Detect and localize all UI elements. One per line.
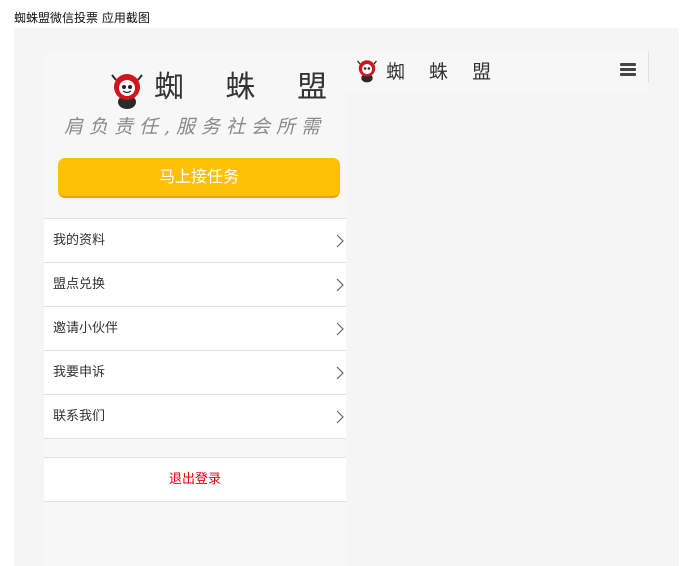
side-drawer: 蜘 蛛 盟 肩负责任,服务社会所需 马上接任务 我的资料 盟点兑换 邀请小伙伴 …	[44, 52, 346, 566]
top-header: 蜘 蛛 盟	[346, 52, 649, 92]
chevron-right-icon	[336, 366, 344, 380]
slogan: 肩负责任,服务社会所需	[63, 116, 327, 138]
logout-button[interactable]: 退出登录	[44, 457, 346, 502]
chevron-right-icon	[336, 234, 344, 248]
page-caption: 蜘蛛盟微信投票 应用截图	[14, 11, 150, 25]
accept-task-button[interactable]: 马上接任务	[58, 158, 340, 198]
menu-item-label: 联系我们	[53, 409, 106, 424]
chevron-right-icon	[336, 278, 344, 292]
menu-item-label: 邀请小伙伴	[53, 321, 119, 336]
chevron-right-icon	[336, 322, 344, 336]
menu-item-label: 我的资料	[53, 233, 106, 248]
spider-logo-icon	[357, 60, 377, 83]
menu-item-profile[interactable]: 我的资料	[44, 218, 346, 262]
menu-item-points-exchange[interactable]: 盟点兑换	[44, 262, 346, 306]
chevron-right-icon	[336, 410, 344, 424]
header-divider	[648, 52, 649, 82]
menu-item-invite-friends[interactable]: 邀请小伙伴	[44, 306, 346, 350]
menu-item-label: 盟点兑换	[53, 277, 106, 292]
menu-item-appeal[interactable]: 我要申诉	[44, 350, 346, 394]
spider-logo-icon	[111, 74, 143, 109]
hamburger-menu-icon[interactable]	[620, 63, 636, 77]
app-screen: 蜘 蛛 盟 肩负责任,服务社会所需 马上接任务 我的资料 盟点兑换 邀请小伙伴 …	[14, 28, 679, 566]
brand-name: 蜘 蛛 盟	[154, 70, 344, 105]
menu-item-contact-us[interactable]: 联系我们	[44, 394, 346, 439]
drawer-menu: 我的资料 盟点兑换 邀请小伙伴 我要申诉 联系我们	[44, 218, 346, 439]
menu-item-label: 我要申诉	[53, 365, 106, 380]
header-title: 蜘 蛛 盟	[386, 61, 501, 83]
